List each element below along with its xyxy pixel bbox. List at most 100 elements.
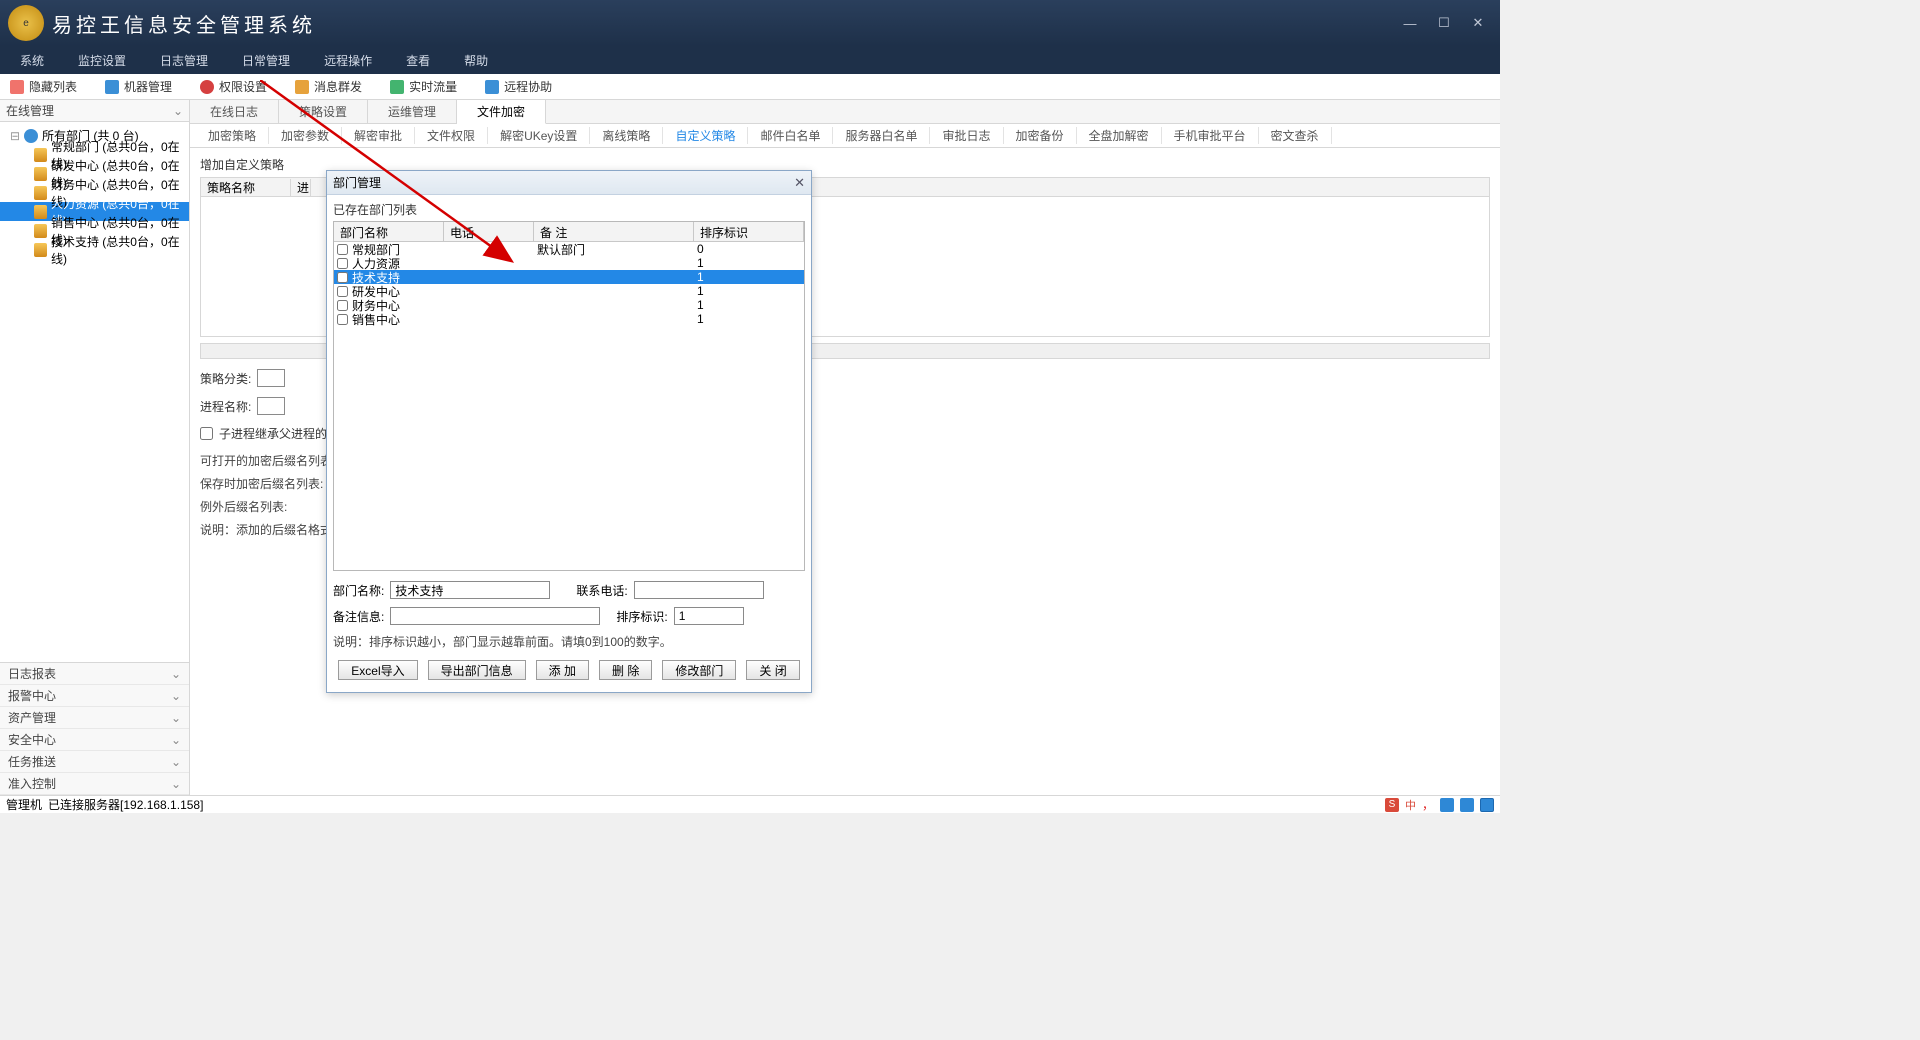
dialog-close-icon[interactable]: ✕ bbox=[794, 175, 805, 191]
menu-remote-op[interactable]: 远程操作 bbox=[324, 52, 372, 69]
side-accordion: 日志报表⌄ 报警中心⌄ 资产管理⌄ 安全中心⌄ 任务推送⌄ 准入控制⌄ bbox=[0, 662, 189, 795]
left-panel-title: 在线管理 bbox=[6, 102, 54, 119]
tool-machine-manage[interactable]: 机器管理 bbox=[105, 78, 172, 95]
accordion-log-report[interactable]: 日志报表⌄ bbox=[0, 663, 189, 685]
menu-monitor-settings[interactable]: 监控设置 bbox=[78, 52, 126, 69]
maximize-button[interactable]: ☐ bbox=[1430, 11, 1458, 35]
col-phone: 电话 bbox=[444, 222, 534, 241]
dept-phone-label: 联系电话: bbox=[576, 582, 627, 599]
export-dept-button[interactable]: 导出部门信息 bbox=[428, 660, 526, 680]
status-bar: 管理机 已连接服务器[192.168.1.158] S 中 ， bbox=[0, 795, 1500, 813]
secondary-tabs: 加密策略加密参数解密审批文件权限解密UKey设置离线策略自定义策略邮件白名单服务… bbox=[190, 124, 1500, 148]
keyboard-icon[interactable] bbox=[1480, 798, 1494, 812]
dept-list-label: 已存在部门列表 bbox=[333, 201, 805, 218]
punct-icon[interactable]: ， bbox=[1422, 796, 1434, 813]
subtab[interactable]: 密文查杀 bbox=[1259, 127, 1332, 144]
dept-remark-input[interactable] bbox=[390, 607, 600, 625]
ime-sogou-icon[interactable]: S bbox=[1385, 798, 1399, 812]
tool-permission[interactable]: 权限设置 bbox=[200, 78, 267, 95]
menu-view[interactable]: 查看 bbox=[406, 52, 430, 69]
dept-phone-input[interactable] bbox=[634, 581, 764, 599]
globe-icon bbox=[24, 129, 38, 143]
chevron-down-icon: ⌄ bbox=[171, 755, 181, 769]
col-policy-name: 策略名称 bbox=[201, 179, 291, 196]
tab-ops-manage[interactable]: 运维管理 bbox=[368, 100, 457, 123]
collapse-icon[interactable]: ⊟ bbox=[10, 129, 20, 143]
subtab[interactable]: 审批日志 bbox=[930, 127, 1003, 144]
tool-realtime-traffic[interactable]: 实时流量 bbox=[390, 78, 457, 95]
excel-import-button[interactable]: Excel导入 bbox=[338, 660, 417, 680]
menu-system[interactable]: 系统 bbox=[20, 52, 44, 69]
message-icon bbox=[295, 80, 309, 94]
close-dialog-button[interactable]: 关 闭 bbox=[746, 660, 799, 680]
row-checkbox[interactable] bbox=[337, 244, 348, 255]
window-controls: — ☐ ✕ bbox=[1396, 11, 1492, 35]
row-order: 1 bbox=[694, 298, 804, 312]
ime-lang-icon[interactable]: 中 bbox=[1405, 797, 1416, 813]
subtab[interactable]: 服务器白名单 bbox=[833, 127, 930, 144]
dept-grid-body[interactable]: 常规部门默认部门0人力资源1技术支持1研发中心1财务中心1销售中心1 bbox=[334, 242, 804, 570]
left-panel-header[interactable]: 在线管理 ⌄ bbox=[0, 100, 189, 122]
accordion-task-push[interactable]: 任务推送⌄ bbox=[0, 751, 189, 773]
subtab[interactable]: 全盘加解密 bbox=[1077, 127, 1162, 144]
tree-item[interactable]: 技术支持 (总共0台，0在线) bbox=[0, 240, 189, 259]
dialog-header[interactable]: 部门管理 ✕ bbox=[327, 171, 811, 195]
row-order: 0 bbox=[694, 242, 804, 256]
menu-log-manage[interactable]: 日志管理 bbox=[160, 52, 208, 69]
tool-label: 实时流量 bbox=[409, 78, 457, 95]
subtab[interactable]: 邮件白名单 bbox=[748, 127, 833, 144]
menu-help[interactable]: 帮助 bbox=[464, 52, 488, 69]
modify-dept-button[interactable]: 修改部门 bbox=[662, 660, 736, 680]
tool-label: 机器管理 bbox=[124, 78, 172, 95]
add-button[interactable]: 添 加 bbox=[536, 660, 589, 680]
subtab[interactable]: 自定义策略 bbox=[663, 127, 748, 144]
row-order: 1 bbox=[694, 312, 804, 326]
subtab[interactable]: 手机审批平台 bbox=[1162, 127, 1259, 144]
tab-file-encrypt[interactable]: 文件加密 bbox=[457, 100, 546, 124]
table-row[interactable]: 销售中心 1 bbox=[334, 312, 804, 326]
subtab[interactable]: 加密备份 bbox=[1004, 127, 1077, 144]
row-order: 1 bbox=[694, 270, 804, 284]
subtab[interactable]: 解密审批 bbox=[342, 127, 415, 144]
row-checkbox[interactable] bbox=[337, 300, 348, 311]
subtab[interactable]: 文件权限 bbox=[415, 127, 488, 144]
tab-policy-settings[interactable]: 策略设置 bbox=[279, 100, 368, 123]
accordion-access-control[interactable]: 准入控制⌄ bbox=[0, 773, 189, 795]
dept-name-input[interactable] bbox=[390, 581, 550, 599]
dialog-title: 部门管理 bbox=[333, 174, 381, 191]
tool-remote-assist[interactable]: 远程协助 bbox=[485, 78, 552, 95]
app-title: 易控王信息安全管理系统 bbox=[52, 9, 316, 38]
download-icon[interactable] bbox=[1460, 798, 1474, 812]
row-checkbox[interactable] bbox=[337, 258, 348, 269]
tab-online-log[interactable]: 在线日志 bbox=[190, 100, 279, 123]
row-dept-name: 销售中心 bbox=[352, 311, 400, 328]
accordion-alarm-center[interactable]: 报警中心⌄ bbox=[0, 685, 189, 707]
menu-daily-manage[interactable]: 日常管理 bbox=[242, 52, 290, 69]
tool-message-broadcast[interactable]: 消息群发 bbox=[295, 78, 362, 95]
mic-icon[interactable] bbox=[1440, 798, 1454, 812]
policy-category-input[interactable] bbox=[257, 369, 285, 387]
subtab[interactable]: 加密参数 bbox=[269, 127, 342, 144]
subtab[interactable]: 加密策略 bbox=[196, 127, 269, 144]
department-grid: 部门名称 电话 备 注 排序标识 常规部门默认部门0人力资源1技术支持1研发中心… bbox=[333, 221, 805, 571]
subtab[interactable]: 解密UKey设置 bbox=[488, 127, 590, 144]
inherit-checkbox[interactable] bbox=[200, 427, 213, 440]
chevron-down-icon: ⌄ bbox=[173, 104, 183, 118]
process-name-input[interactable] bbox=[257, 397, 285, 415]
delete-button[interactable]: 删 除 bbox=[599, 660, 652, 680]
row-checkbox[interactable] bbox=[337, 314, 348, 325]
subtab[interactable]: 离线策略 bbox=[590, 127, 663, 144]
dept-icon bbox=[34, 148, 47, 162]
accordion-security-center[interactable]: 安全中心⌄ bbox=[0, 729, 189, 751]
dept-order-input[interactable] bbox=[674, 607, 744, 625]
tool-hide-list[interactable]: 隐藏列表 bbox=[10, 78, 77, 95]
minimize-button[interactable]: — bbox=[1396, 11, 1424, 35]
row-checkbox[interactable] bbox=[337, 286, 348, 297]
col-remark: 备 注 bbox=[534, 222, 694, 241]
row-checkbox[interactable] bbox=[337, 272, 348, 283]
accordion-asset-manage[interactable]: 资产管理⌄ bbox=[0, 707, 189, 729]
machine-icon bbox=[105, 80, 119, 94]
close-button[interactable]: ✕ bbox=[1464, 11, 1492, 35]
dept-remark-label: 备注信息: bbox=[333, 608, 384, 625]
dept-order-label: 排序标识: bbox=[616, 608, 667, 625]
